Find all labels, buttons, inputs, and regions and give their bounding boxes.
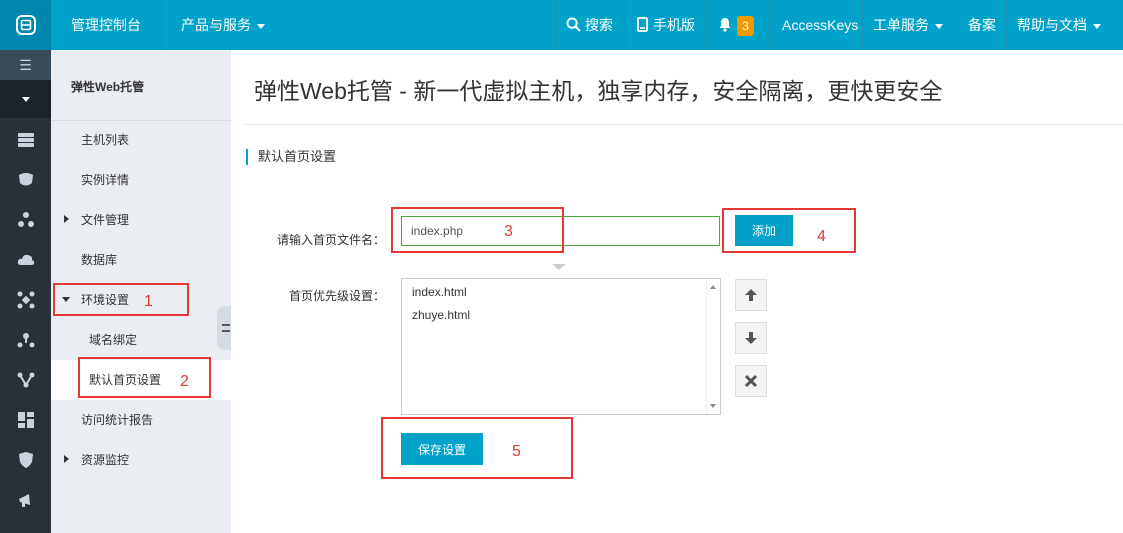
divider — [862, 0, 863, 50]
notifications-button[interactable]: 3 — [718, 0, 754, 50]
rail-broadcast-item[interactable] — [0, 480, 51, 520]
dropdown-arrow-icon — [552, 264, 566, 270]
chevron-down-icon — [935, 23, 943, 29]
divider — [1006, 0, 1007, 50]
divider — [556, 0, 557, 50]
divider — [706, 0, 707, 50]
sidebar-item-access-stats[interactable]: 访问统计报告 — [51, 400, 231, 440]
divider — [245, 124, 1123, 125]
chevron-down-icon — [257, 23, 265, 29]
sidebar-item-instance-detail[interactable]: 实例详情 — [51, 160, 231, 200]
sidebar-item-label: 文件管理 — [81, 213, 130, 227]
console-link[interactable]: 管理控制台 — [71, 0, 141, 50]
bell-icon — [719, 18, 731, 32]
mobile-label: 手机版 — [653, 17, 695, 33]
help-menu-label: 帮助与文档 — [1017, 17, 1087, 33]
icon-rail: ☰ — [0, 50, 51, 533]
move-down-button[interactable] — [735, 322, 767, 354]
dashboard-icon — [17, 412, 34, 428]
rail-connect-item[interactable] — [0, 280, 51, 320]
move-up-button[interactable] — [735, 279, 767, 311]
cloud-upload-icon — [17, 254, 34, 265]
beian-link[interactable]: 备案 — [968, 0, 996, 50]
chevron-down-icon — [21, 96, 30, 102]
list-item[interactable]: index.html — [412, 285, 467, 299]
notification-badge: 3 — [737, 16, 754, 37]
arrow-down-icon — [745, 332, 757, 344]
products-menu[interactable]: 产品与服务 — [181, 0, 265, 50]
search-icon — [566, 17, 581, 32]
remove-button[interactable] — [735, 365, 767, 397]
close-icon — [744, 374, 758, 388]
logo[interactable] — [0, 0, 51, 50]
aliyun-logo-icon — [15, 15, 36, 35]
divider — [161, 0, 162, 50]
divider — [957, 0, 958, 50]
flow-icon — [17, 372, 34, 388]
arrow-up-icon — [745, 289, 757, 301]
products-menu-label: 产品与服务 — [181, 17, 251, 33]
page-title: 弹性Web托管 - 新一代虚拟主机，独享内存，安全隔离，更快更安全 — [254, 78, 943, 104]
scroll-down-icon[interactable] — [710, 404, 716, 408]
share-icon — [17, 333, 34, 348]
annotation-box — [722, 208, 856, 253]
sidebar-title: 弹性Web托管 — [71, 80, 145, 94]
annotation-box — [391, 207, 564, 253]
section-title: 默认首页设置 — [246, 149, 336, 165]
rail-cloud-item[interactable] — [0, 240, 51, 280]
annotation-number: 3 — [504, 223, 513, 240]
sidebar-item-resource-monitor[interactable]: 资源监控 — [51, 440, 231, 480]
divider — [625, 0, 626, 50]
rail-share-item[interactable] — [0, 320, 51, 360]
megaphone-icon — [18, 494, 30, 507]
sidebar-item-domain-binding[interactable]: 域名绑定 — [51, 320, 231, 360]
shield-icon — [18, 452, 33, 468]
annotation-number: 4 — [817, 228, 826, 245]
mobile-link[interactable]: 手机版 — [637, 0, 695, 50]
rail-database-item[interactable] — [0, 160, 51, 200]
caret-right-icon — [64, 215, 69, 223]
server-icon — [17, 133, 34, 147]
annotation-number: 2 — [180, 373, 189, 390]
rail-dropdown[interactable] — [0, 80, 51, 118]
rail-dashboard-item[interactable] — [0, 400, 51, 440]
database-icon — [18, 173, 33, 186]
annotation-box — [78, 357, 211, 398]
annotation-number: 5 — [512, 443, 521, 460]
chevron-down-icon — [1093, 23, 1101, 29]
top-navbar: 管理控制台 产品与服务 搜索 手机版 3 AccessKeys 工单服务 备案 … — [0, 0, 1123, 50]
list-item[interactable]: zhuye.html — [412, 308, 470, 322]
homepage-priority-list[interactable]: index.html zhuye.html — [401, 278, 721, 415]
filename-label: 请输入首页文件名： — [277, 233, 386, 247]
annotation-number: 1 — [144, 293, 153, 310]
rail-server-item[interactable] — [0, 120, 51, 160]
accesskeys-link[interactable]: AccessKeys — [782, 0, 858, 50]
divider — [770, 0, 771, 50]
scroll-up-icon[interactable] — [710, 285, 716, 289]
sidebar-item-label: 资源监控 — [81, 453, 130, 467]
rail-security-item[interactable] — [0, 440, 51, 480]
connect-icon — [17, 291, 34, 309]
menu-toggle-icon[interactable]: ☰ — [0, 50, 51, 80]
mobile-icon — [637, 17, 648, 32]
priority-label: 首页优先级设置： — [289, 289, 386, 303]
sidebar-item-database[interactable]: 数据库 — [51, 240, 231, 280]
sidebar-item-host-list[interactable]: 主机列表 — [51, 120, 231, 160]
search-button[interactable]: 搜索 — [566, 0, 613, 50]
tickets-menu-label: 工单服务 — [873, 17, 929, 33]
caret-right-icon — [64, 455, 69, 463]
collapse-icon — [222, 324, 230, 332]
sidebar-item-file-management[interactable]: 文件管理 — [51, 200, 231, 240]
annotation-box — [53, 283, 189, 316]
rail-flow-item[interactable] — [0, 360, 51, 400]
network-icon — [17, 212, 34, 227]
list-scrollbar[interactable] — [706, 279, 720, 414]
annotation-box — [381, 417, 573, 479]
help-menu[interactable]: 帮助与文档 — [1017, 0, 1101, 50]
search-label: 搜索 — [585, 17, 613, 33]
sidebar-collapse-handle[interactable] — [217, 306, 231, 350]
rail-network-item[interactable] — [0, 200, 51, 240]
tickets-menu[interactable]: 工单服务 — [873, 0, 943, 50]
